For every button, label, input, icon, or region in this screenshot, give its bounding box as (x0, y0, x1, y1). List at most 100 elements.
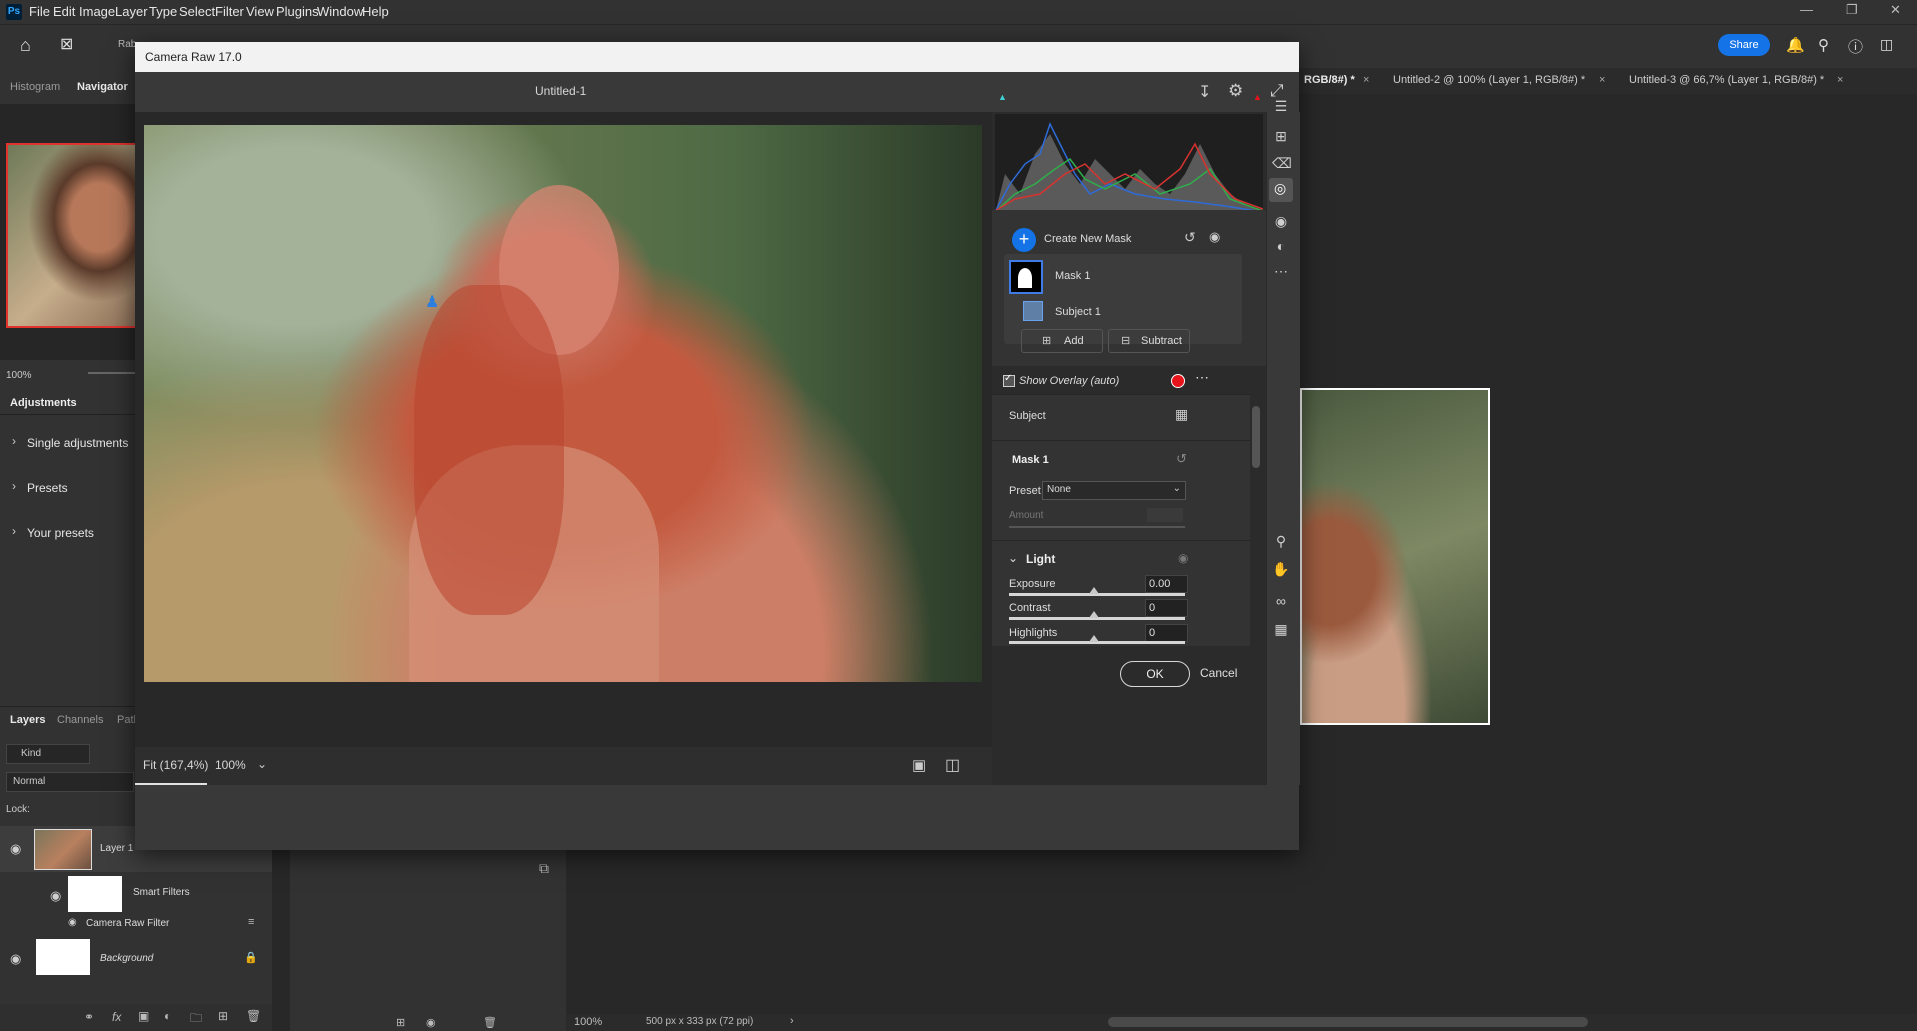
panel-tool-icon[interactable]: ⧉ (539, 860, 549, 877)
contrast-value[interactable]: 0 (1145, 599, 1188, 617)
chevron-down-icon[interactable]: ⌄ (1008, 551, 1018, 565)
overlay-color-swatch[interactable] (1171, 374, 1185, 388)
grid-icon[interactable]: ▦ (1272, 620, 1290, 638)
compare-view-icon[interactable]: ◫ (945, 755, 960, 775)
color-sampler-icon[interactable]: ∞ (1272, 592, 1290, 610)
person-pin-icon[interactable]: ♟ (425, 292, 439, 312)
amount-slider[interactable] (1009, 526, 1185, 528)
layer-name[interactable]: Background (100, 953, 153, 964)
navigator-zoom-slider[interactable] (88, 372, 136, 374)
crop-icon[interactable]: ⊞ (1272, 127, 1290, 145)
gear-icon[interactable]: ⚙ (1228, 81, 1243, 101)
eye-icon[interactable]: ◉ (50, 888, 61, 904)
eye-icon[interactable]: ◉ (10, 951, 21, 967)
blend-mode-select[interactable]: Normal (6, 772, 134, 792)
eye-icon[interactable]: ◉ (68, 917, 77, 928)
folder-icon[interactable]: 🗀 (190, 1009, 202, 1030)
menu-edit[interactable]: Edit (53, 4, 75, 19)
adjustment-layer-icon[interactable]: ◐ (164, 1009, 171, 1023)
menu-layer[interactable]: Layer (115, 4, 148, 19)
eye-icon[interactable]: ◉ (1178, 551, 1188, 565)
tab-layers[interactable]: Layers (10, 714, 45, 726)
ok-button[interactable]: OK (1120, 661, 1190, 687)
menu-plugins[interactable]: Plugins (276, 4, 319, 19)
bell-icon[interactable]: 🔔 (1786, 36, 1805, 54)
highlight-clipping-icon[interactable]: ▲ (1253, 92, 1262, 102)
fx-icon[interactable]: fx (112, 1010, 121, 1024)
menu-image[interactable]: Image (79, 4, 115, 19)
exposure-slider-thumb[interactable] (1089, 587, 1099, 594)
highlights-slider-thumb[interactable] (1089, 635, 1099, 642)
show-overlay-label[interactable]: Show Overlay (auto) (1019, 375, 1119, 387)
subtract-button[interactable]: ⊟ Subtract (1108, 329, 1190, 353)
dialog-titlebar[interactable]: Camera Raw 17.0 (135, 42, 1299, 72)
chevron-down-icon[interactable]: ⌄ (257, 757, 267, 771)
crop-tool-icon[interactable]: ⊠ (60, 34, 73, 54)
chevron-right-icon[interactable]: › (790, 1015, 794, 1027)
mask-thumbnail[interactable] (1009, 260, 1043, 294)
adjustment-presets[interactable]: Presets (27, 481, 68, 495)
layer-name[interactable]: Layer 1 (100, 843, 133, 854)
masking-tool-active[interactable]: ◎ (1269, 178, 1293, 202)
mask-icon[interactable]: ▣ (138, 1009, 149, 1023)
edit-sliders-icon[interactable]: ☰ (1272, 97, 1290, 115)
tab-navigator[interactable]: Navigator (77, 81, 128, 93)
share-button[interactable]: Share (1718, 34, 1770, 56)
shadow-clipping-icon[interactable]: ▲ (998, 92, 1007, 102)
camera-raw-filter-label[interactable]: Camera Raw Filter (86, 918, 169, 929)
close-icon[interactable]: ✕ (1890, 2, 1901, 18)
link-icon[interactable]: ⚭ (84, 1010, 94, 1024)
zoom-value[interactable]: 100% (215, 758, 246, 772)
doc-tab-active[interactable]: RGB/8#) * (1304, 74, 1355, 86)
navigator-thumbnail[interactable] (6, 143, 140, 328)
layer-kind-filter[interactable]: Kind (6, 744, 90, 764)
menu-file[interactable]: File (29, 4, 50, 19)
preset-select[interactable]: None ⌄ (1042, 481, 1186, 500)
panel-scrollbar[interactable] (1251, 392, 1261, 645)
menu-window[interactable]: Window (317, 4, 363, 19)
adjustment-your-presets[interactable]: Your presets (27, 526, 94, 540)
menu-help[interactable]: Help (362, 4, 389, 19)
close-icon[interactable]: × (1363, 74, 1369, 86)
horizontal-scrollbar[interactable] (1108, 1017, 1588, 1027)
exposure-value[interactable]: 0.00 (1145, 575, 1188, 593)
add-button[interactable]: ⊞ Add (1021, 329, 1103, 353)
create-new-mask-label[interactable]: Create New Mask (1044, 233, 1131, 245)
cancel-button[interactable]: Cancel (1200, 666, 1237, 680)
workspace-icon[interactable]: ◫ (1880, 36, 1893, 53)
home-icon[interactable]: ⌂ (20, 35, 31, 56)
subject-refresh-icon[interactable]: ▦ (1175, 406, 1188, 423)
reset-icon[interactable]: ↺ (1176, 451, 1187, 467)
eraser-icon[interactable]: ⌫ (1272, 154, 1292, 172)
panel-scroll-thumb[interactable] (1252, 406, 1260, 468)
single-view-icon[interactable]: ▣ (912, 756, 926, 774)
reset-icon[interactable]: ↺ (1184, 229, 1196, 246)
red-eye-icon[interactable]: ◉ (1272, 212, 1290, 230)
subject-1-label[interactable]: Subject 1 (1055, 306, 1101, 318)
trash-icon[interactable]: 🗑 (483, 1016, 497, 1029)
eye-icon[interactable]: ◉ (1209, 229, 1220, 245)
adjustment-single[interactable]: Single adjustments (27, 436, 128, 450)
tab-channels[interactable]: Channels (57, 714, 103, 726)
more-tools-icon[interactable]: ⋯ (1272, 262, 1290, 280)
tab-histogram[interactable]: Histogram (10, 81, 60, 93)
mask-1-label[interactable]: Mask 1 (1055, 270, 1090, 282)
presets-icon[interactable]: ◐ (1272, 237, 1290, 255)
doc-tab-untitled-2[interactable]: Untitled-2 @ 100% (Layer 1, RGB/8#) * (1393, 74, 1585, 86)
new-layer-icon[interactable]: ⊞ (218, 1009, 228, 1023)
zoom-icon[interactable]: ⚲ (1272, 532, 1290, 550)
document-canvas[interactable] (1300, 388, 1490, 725)
help-icon[interactable]: ⓘ (1848, 36, 1863, 57)
hand-icon[interactable]: ✋ (1272, 560, 1290, 578)
close-icon[interactable]: × (1599, 74, 1605, 86)
contrast-slider-thumb[interactable] (1089, 611, 1099, 618)
tab-adjustments[interactable]: Adjustments (10, 397, 77, 409)
preview-image[interactable] (144, 125, 982, 682)
create-mask-plus-icon[interactable]: + (1012, 228, 1036, 252)
navigator-zoom[interactable]: 100% (6, 370, 32, 381)
minimize-icon[interactable]: — (1800, 2, 1813, 17)
restore-icon[interactable]: ❐ (1846, 2, 1858, 18)
menu-type[interactable]: Type (149, 4, 177, 19)
fit-zoom[interactable]: Fit (167,4%) (143, 758, 208, 772)
search-icon[interactable]: ⚲ (1818, 36, 1829, 54)
